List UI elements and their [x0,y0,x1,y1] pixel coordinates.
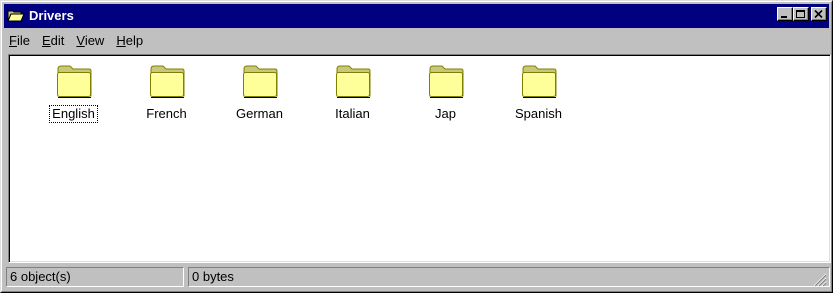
menu-file[interactable]: File [4,31,36,51]
title-buttons [777,7,827,21]
folder-label: Italian [335,106,370,121]
resize-grip-icon[interactable] [813,273,827,287]
folder-label: German [236,106,283,121]
folder-item[interactable]: German [213,63,306,122]
folder-item[interactable]: French [120,63,213,122]
explorer-window: Drivers File Edit View Help English Fren… [0,0,833,293]
window-title: Drivers [29,8,74,23]
folder-icon [428,65,463,98]
title-bar[interactable]: Drivers [4,4,829,28]
minimize-icon [781,16,787,18]
maximize-button[interactable] [793,7,809,21]
folder-item[interactable]: Jap [399,63,492,122]
folder-item[interactable]: English [27,63,120,123]
window-frame: Drivers File Edit View Help English Fren… [1,1,832,292]
folder-icon-grid: English French German Italian Jap Spanish [27,63,585,123]
folder-item[interactable]: Spanish [492,63,585,122]
maximize-icon [796,10,805,18]
status-bar: 6 object(s) 0 bytes [4,266,830,289]
folder-label: English [49,105,98,123]
folder-label: Spanish [515,106,562,121]
status-size: 0 bytes [188,267,830,287]
minimize-button[interactable] [777,7,793,21]
menu-help[interactable]: Help [110,31,149,51]
folder-item[interactable]: Italian [306,63,399,122]
folder-icon [149,65,184,98]
menu-edit[interactable]: Edit [36,31,70,51]
folder-label: French [146,106,187,121]
folder-open-icon[interactable] [7,9,25,23]
close-icon [814,10,823,19]
folder-label: Jap [435,106,456,121]
menu-view[interactable]: View [70,31,110,51]
folder-icon [521,65,556,98]
folder-icon [56,65,91,98]
folder-icon [242,65,277,98]
menu-bar: File Edit View Help [4,30,829,52]
status-object-count: 6 object(s) [6,267,184,287]
folder-view[interactable]: English French German Italian Jap Spanish [8,54,831,263]
folder-icon [335,65,370,98]
close-button[interactable] [811,7,827,21]
